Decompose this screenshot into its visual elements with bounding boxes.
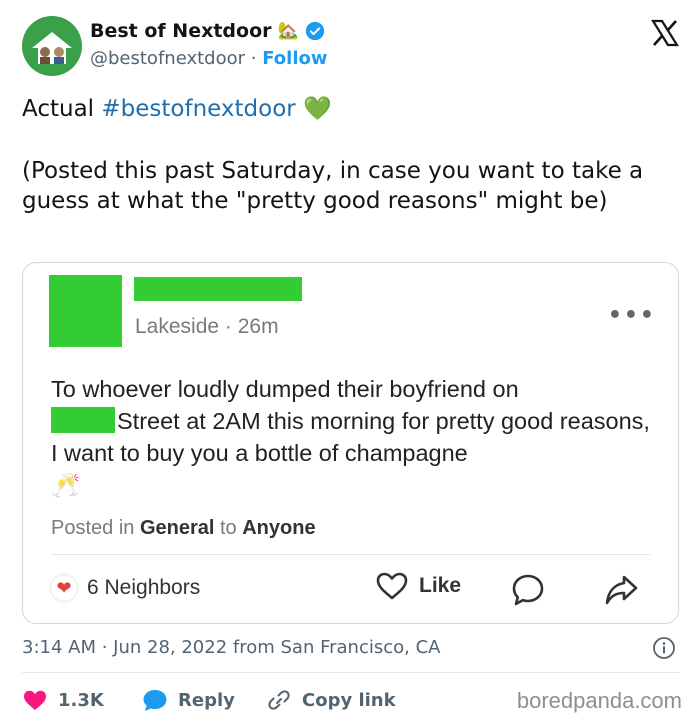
post-audience: Anyone	[242, 517, 316, 539]
hashtag-link[interactable]: #bestofnextdoor	[101, 96, 295, 122]
redacted-street	[51, 407, 115, 433]
follow-button[interactable]: Follow	[262, 48, 327, 69]
more-options-icon: •••	[607, 303, 656, 328]
comment-icon	[512, 574, 544, 606]
heart-icon	[24, 690, 46, 710]
card-divider	[51, 554, 650, 555]
post-meta: Lakeside · 26m	[135, 315, 279, 339]
house-emoji: 🏡	[277, 21, 299, 41]
heart-outline-icon	[376, 572, 408, 600]
post-age: 26m	[237, 315, 279, 338]
watermark: boredpanda.com	[516, 688, 682, 713]
copy-link-label: Copy link	[302, 689, 396, 711]
post-like-label: Like	[419, 574, 462, 597]
copy-link-button[interactable]: Copy link	[266, 684, 396, 716]
avatar-image	[32, 32, 72, 64]
reply-label: Reply	[178, 689, 235, 711]
posted-in-prefix: Posted in	[51, 517, 140, 539]
link-icon	[268, 690, 290, 710]
post-footer: ❤ 6 Neighbors Like	[51, 569, 650, 613]
author-handle[interactable]: @bestofnextdoor	[90, 48, 245, 69]
tweet-timestamp[interactable]: 3:14 AM · Jun 28, 2022 from San Francisc…	[22, 637, 440, 658]
post-location: Lakeside	[135, 315, 220, 338]
post-body-rest: Street at 2AM this morning for pretty go…	[51, 408, 650, 466]
redacted-avatar	[49, 275, 122, 347]
handle-row: @bestofnextdoor · Follow	[90, 48, 328, 69]
tweet-actions: 1.3K Reply Copy link	[22, 684, 502, 716]
tweet-text-prefix: Actual	[22, 96, 102, 122]
green-heart-emoji: 💚	[303, 96, 332, 122]
tweet-text-line1: Actual #bestofnextdoor 💚	[22, 94, 672, 125]
redacted-name	[134, 277, 302, 301]
posted-in-line: Posted in General to Anyone	[51, 517, 316, 540]
champagne-emoji: 🥂	[51, 472, 81, 498]
author-name[interactable]: Best of Nextdoor	[90, 20, 272, 42]
heart-reaction-icon: ❤	[51, 575, 77, 601]
post-like-button: Like	[375, 571, 461, 601]
verified-badge-icon	[305, 21, 324, 41]
like-button[interactable]: 1.3K	[22, 684, 104, 716]
likes-count: 1.3K	[58, 689, 104, 711]
author-avatar[interactable]	[22, 16, 82, 76]
post-body: To whoever loudly dumped their boyfriend…	[51, 373, 661, 501]
post-meta-dot: ·	[224, 315, 232, 338]
share-icon	[605, 575, 638, 605]
reactions-summary: ❤ 6 Neighbors	[51, 575, 200, 601]
tweet-text-paragraph: (Posted this past Saturday, in case you …	[22, 158, 644, 214]
reactions-count: 6 Neighbors	[87, 576, 201, 599]
handle-separator: ·	[250, 48, 257, 69]
post-body-line1: To whoever loudly dumped their boyfriend…	[51, 376, 519, 402]
post-category: General	[139, 517, 215, 539]
tweet-header: Best of Nextdoor 🏡 @bestofnextdoor · Fol…	[22, 14, 682, 78]
reply-button[interactable]: Reply	[142, 684, 235, 716]
divider	[22, 672, 679, 673]
info-icon[interactable]	[652, 636, 676, 660]
posted-to: to	[214, 517, 243, 539]
x-logo-icon[interactable]	[650, 18, 680, 48]
reply-bubble-icon	[143, 690, 167, 711]
embedded-post-image[interactable]: Lakeside · 26m ••• To whoever loudly dum…	[22, 262, 679, 624]
